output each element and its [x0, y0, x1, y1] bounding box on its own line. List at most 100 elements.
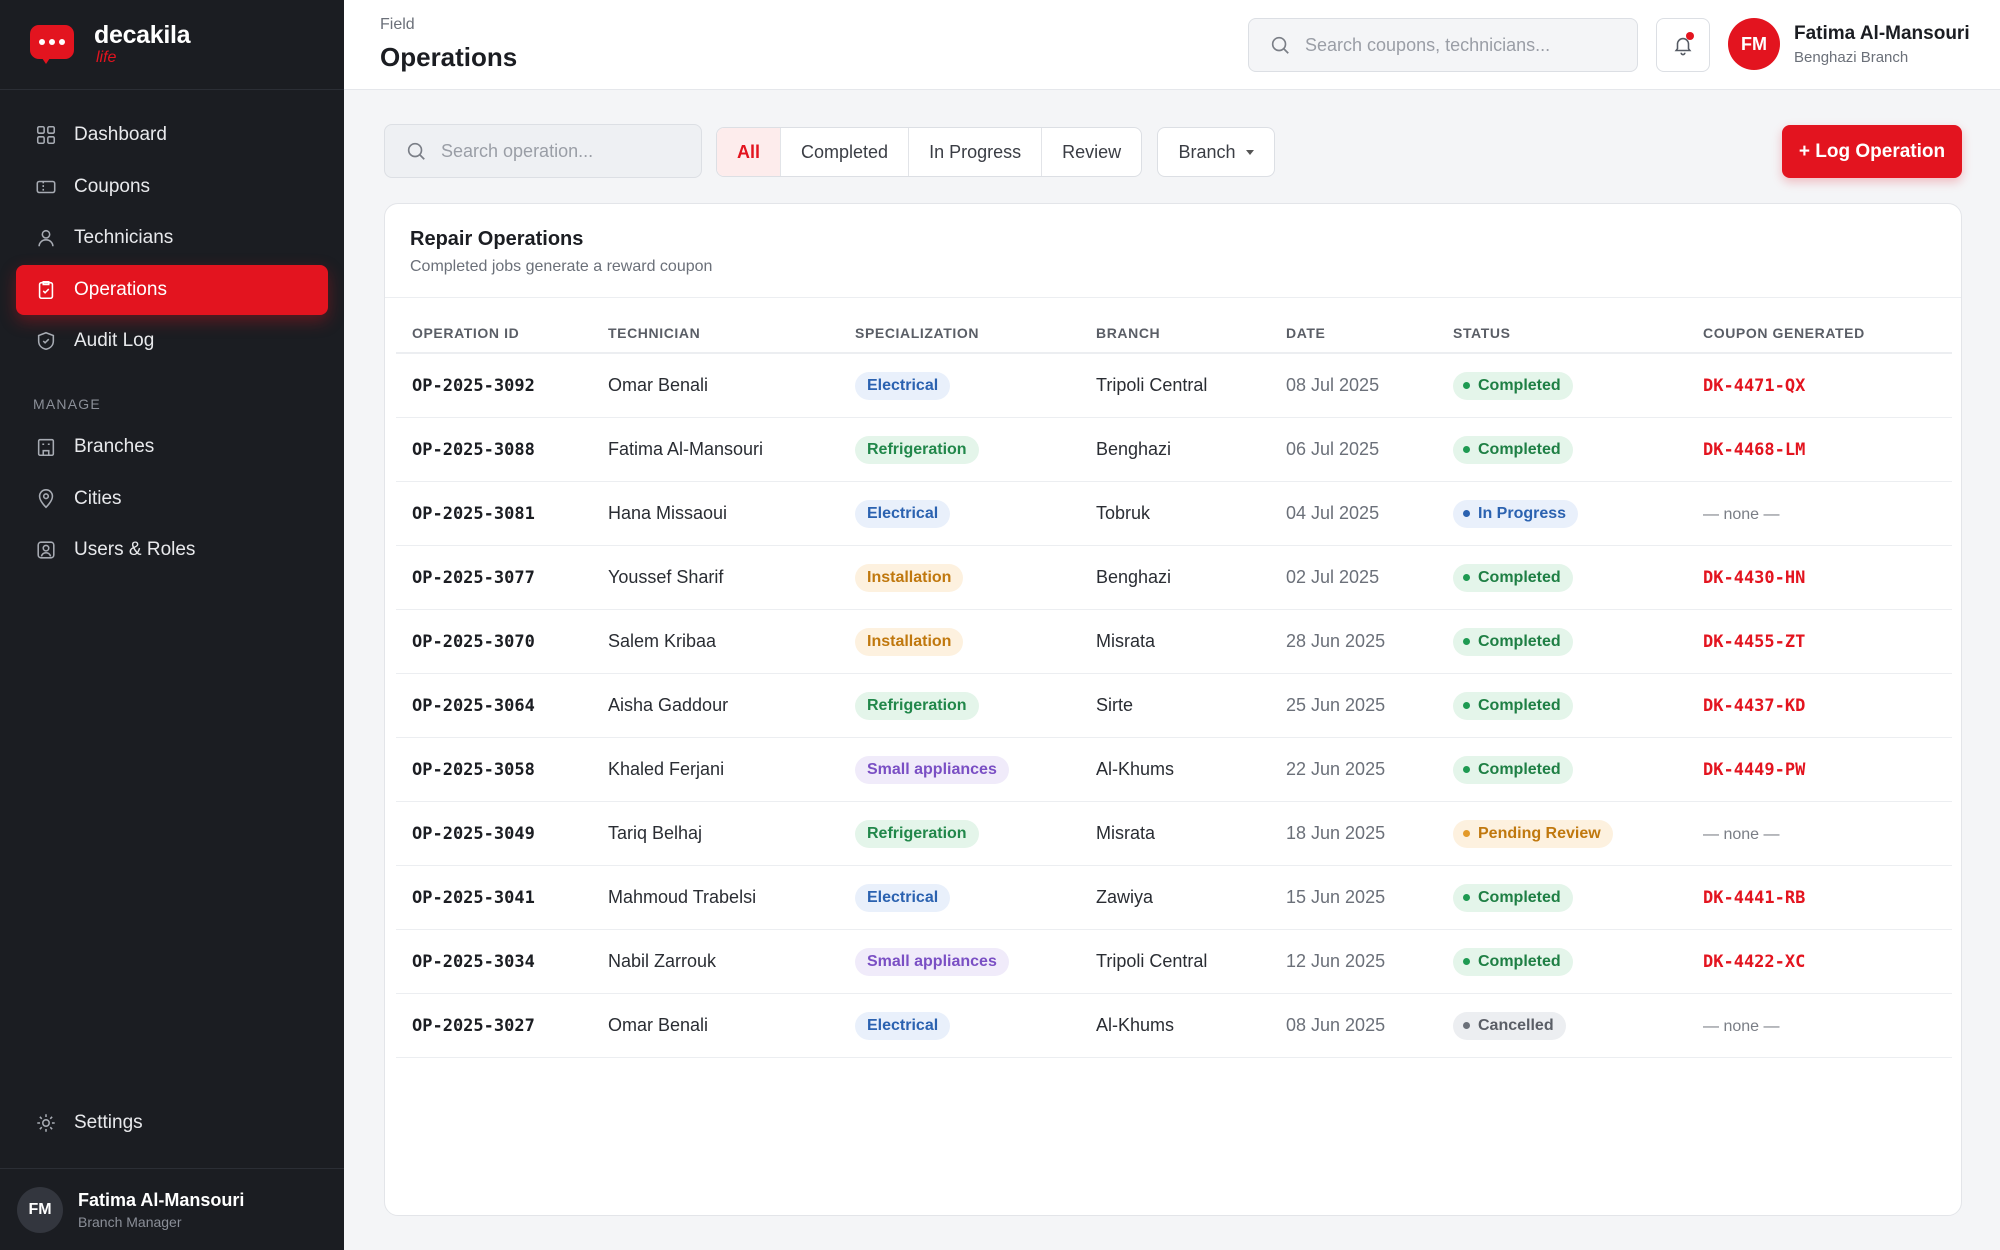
operation-id[interactable]: OP-2025-3064 [412, 696, 535, 716]
global-search[interactable] [1248, 18, 1638, 72]
brand-subtitle: life [96, 49, 117, 66]
table-row[interactable]: OP-2025-3092 Omar Benali Electrical Tripoli… [396, 354, 1952, 418]
status-badge: Completed [1453, 691, 1573, 720]
operation-date: 08 Jun 2025 [1286, 1015, 1386, 1035]
sidebar-item-settings[interactable]: Settings [16, 1098, 328, 1148]
operation-id[interactable]: OP-2025-3027 [412, 1016, 535, 1036]
filter-in-progress[interactable]: In Progress [909, 128, 1043, 176]
specialization-tag: Electrical [855, 1011, 951, 1040]
technician-name: Tariq Belhaj [608, 823, 703, 843]
status-badge: Completed [1453, 755, 1573, 784]
operation-search[interactable] [384, 124, 702, 178]
sidebar-item-coupons[interactable]: Coupons [16, 162, 328, 212]
sidebar-item-dashboard[interactable]: Dashboard [16, 110, 328, 160]
specialization-tag: Electrical [855, 499, 951, 528]
branch-name: Al-Khums [1096, 759, 1175, 779]
column-header[interactable]: TECHNICIAN [608, 325, 855, 341]
brand[interactable]: decakila life [0, 0, 344, 90]
column-header[interactable]: OPERATION ID [396, 325, 608, 341]
operation-date: 28 Jun 2025 [1286, 631, 1386, 651]
coupon-code[interactable]: DK-4422-XC [1703, 952, 1805, 972]
column-header[interactable]: BRANCH [1096, 325, 1286, 341]
operation-id[interactable]: OP-2025-3092 [412, 376, 535, 396]
status-label: Cancelled [1478, 1016, 1554, 1034]
table-row[interactable]: OP-2025-3027 Omar Benali Electrical Al-Khum… [396, 994, 1952, 1058]
operation-id[interactable]: OP-2025-3070 [412, 632, 535, 652]
sidebar-user[interactable]: FM Fatima Al-Mansouri Branch Manager [0, 1168, 344, 1250]
column-header[interactable]: COUPON GENERATED [1703, 325, 1933, 341]
technician-name: Nabil Zarrouk [608, 951, 717, 971]
log-operation-button[interactable]: + Log Operation [1782, 125, 1962, 178]
operation-id[interactable]: OP-2025-3041 [412, 888, 535, 908]
branch-name: Tripoli Central [1096, 375, 1208, 395]
sidebar-section-label: MANAGE [33, 396, 101, 412]
operation-date: 02 Jul 2025 [1286, 567, 1380, 587]
status-dot-icon [1463, 958, 1470, 965]
coupon-code[interactable]: DK-4430-HN [1703, 568, 1805, 588]
table-row[interactable]: OP-2025-3041 Mahmoud Trabelsi Electrical Za… [396, 866, 1952, 930]
filter-review[interactable]: Review [1042, 128, 1141, 176]
status-dot-icon [1463, 382, 1470, 389]
top-header: Field Operations FM Fatima Al-Mansouri B… [344, 0, 2000, 90]
column-header[interactable]: STATUS [1453, 325, 1703, 341]
operation-search-input[interactable] [441, 140, 681, 162]
column-header[interactable]: DATE [1286, 325, 1453, 341]
operations-card: Repair Operations Completed jobs generat… [384, 203, 1962, 1216]
sidebar-item-label: Settings [74, 1112, 143, 1133]
sidebar-item-cities[interactable]: Cities [16, 474, 328, 524]
column-header[interactable]: SPECIALIZATION [855, 325, 1096, 341]
sidebar-item-operations[interactable]: Operations [16, 264, 328, 315]
global-search-input[interactable] [1305, 34, 1605, 56]
notifications-button[interactable] [1656, 18, 1710, 72]
branch-name: Tripoli Central [1096, 951, 1208, 971]
coupon-code[interactable]: DK-4437-KD [1703, 696, 1805, 716]
operation-id[interactable]: OP-2025-3058 [412, 760, 535, 780]
branch-name: Al-Khums [1096, 1015, 1175, 1035]
coupon-code[interactable]: DK-4468-LM [1703, 440, 1805, 460]
status-dot-icon [1463, 1022, 1470, 1029]
brand-name: decakila [94, 21, 191, 49]
table-row[interactable]: OP-2025-3081 Hana Missaoui Electrical Tobru… [396, 482, 1952, 546]
operation-id[interactable]: OP-2025-3081 [412, 504, 535, 524]
table-row[interactable]: OP-2025-3058 Khaled Ferjani Small applianc… [396, 738, 1952, 802]
status-filter: All Completed In Progress Review [716, 127, 1143, 177]
status-dot-icon [1463, 446, 1470, 453]
breadcrumb[interactable]: Field [380, 16, 415, 34]
operation-id[interactable]: OP-2025-3088 [412, 440, 535, 460]
filter-all[interactable]: All [717, 128, 782, 176]
status-badge: In Progress [1453, 499, 1579, 528]
sidebar-item-users-roles[interactable]: Users & Roles [16, 525, 328, 575]
operation-id[interactable]: OP-2025-3034 [412, 952, 535, 972]
sidebar-item-label: Users & Roles [74, 539, 196, 560]
sidebar-item-branches[interactable]: Branches [16, 422, 328, 472]
table-row[interactable]: OP-2025-3070 Salem Kribaa Installation Misr… [396, 610, 1952, 674]
sidebar-item-label: Operations [74, 278, 167, 300]
operation-id[interactable]: OP-2025-3049 [412, 824, 535, 844]
card-subtitle: Completed jobs generate a reward coupon [410, 258, 713, 275]
filter-completed[interactable]: Completed [781, 128, 910, 176]
coupon-code[interactable]: DK-4471-QX [1703, 376, 1805, 396]
table-row[interactable]: OP-2025-3049 Tariq Belhaj Refrigeration Mis… [396, 802, 1952, 866]
status-label: Completed [1478, 440, 1561, 458]
branch-dropdown[interactable]: Branch [1157, 127, 1275, 177]
users-icon [34, 538, 58, 562]
coupon-code[interactable]: DK-4455-ZT [1703, 632, 1805, 652]
status-dot-icon [1463, 894, 1470, 901]
building-icon [34, 435, 58, 459]
table-row[interactable]: OP-2025-3064 Aisha Gaddour Refrigeration Si… [396, 674, 1952, 738]
table-row[interactable]: OP-2025-3034 Nabil Zarrouk Small appliance… [396, 930, 1952, 994]
table-row[interactable]: OP-2025-3077 Youssef Sharif Installation Be… [396, 546, 1952, 610]
sidebar-item-technicians[interactable]: Technicians [16, 213, 328, 263]
coupon-code[interactable]: DK-4449-PW [1703, 760, 1805, 780]
sidebar-item-audit-log[interactable]: Audit Log [16, 316, 328, 366]
table-row[interactable]: OP-2025-3088 Fatima Al-Mansouri Refrigerat… [396, 418, 1952, 482]
status-label: Pending Review [1478, 824, 1601, 842]
coupon-code[interactable]: DK-4441-RB [1703, 888, 1805, 908]
operation-id[interactable]: OP-2025-3077 [412, 568, 535, 588]
branch-name: Misrata [1096, 631, 1156, 651]
header-user[interactable]: FM Fatima Al-Mansouri Benghazi Branch [1728, 18, 1970, 70]
map-pin-icon [34, 487, 58, 511]
status-label: Completed [1478, 952, 1561, 970]
ticket-icon [34, 175, 58, 199]
clipboard-check-icon [34, 278, 58, 302]
